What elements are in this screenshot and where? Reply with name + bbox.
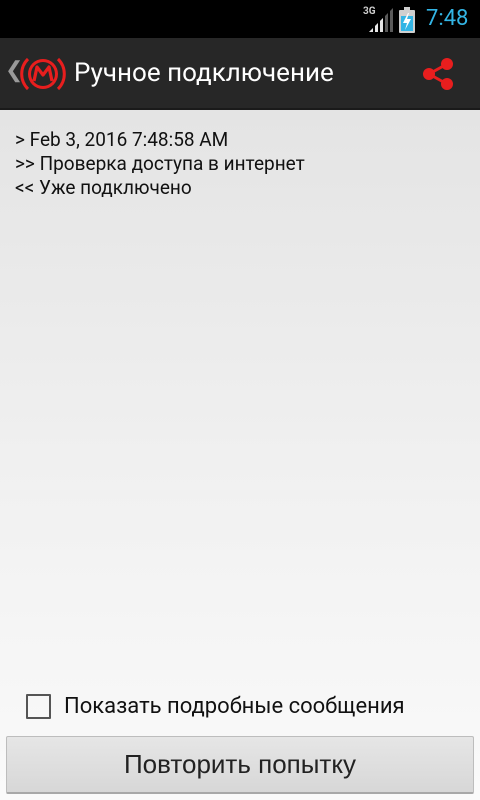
log-line: >> Проверка доступа в интернет [15, 152, 305, 175]
page-title: Ручное подключение [74, 58, 334, 88]
metro-wifi-logo-icon[interactable] [20, 51, 66, 97]
verbose-messages-label: Показать подробные сообщения [64, 693, 405, 719]
battery-charging-icon [399, 7, 415, 33]
share-icon[interactable] [418, 54, 458, 94]
log-line: > Feb 3, 2016 7:48:58 AM [15, 128, 229, 151]
main-content: > Feb 3, 2016 7:48:58 AM >> Проверка дос… [0, 110, 480, 800]
action-bar: ❮ Ручное подключение [0, 38, 480, 110]
log-line: << Уже подключено [15, 176, 192, 199]
verbose-messages-option[interactable]: Показать подробные сообщения [26, 692, 405, 720]
retry-button[interactable]: Повторить попытку [6, 736, 474, 794]
signal-strength-icon [369, 8, 393, 32]
verbose-messages-checkbox[interactable] [26, 693, 51, 719]
status-bar: 3G 7:48 [0, 0, 480, 38]
connection-log: > Feb 3, 2016 7:48:58 AM >> Проверка дос… [15, 128, 305, 200]
clock: 7:48 [426, 6, 469, 31]
